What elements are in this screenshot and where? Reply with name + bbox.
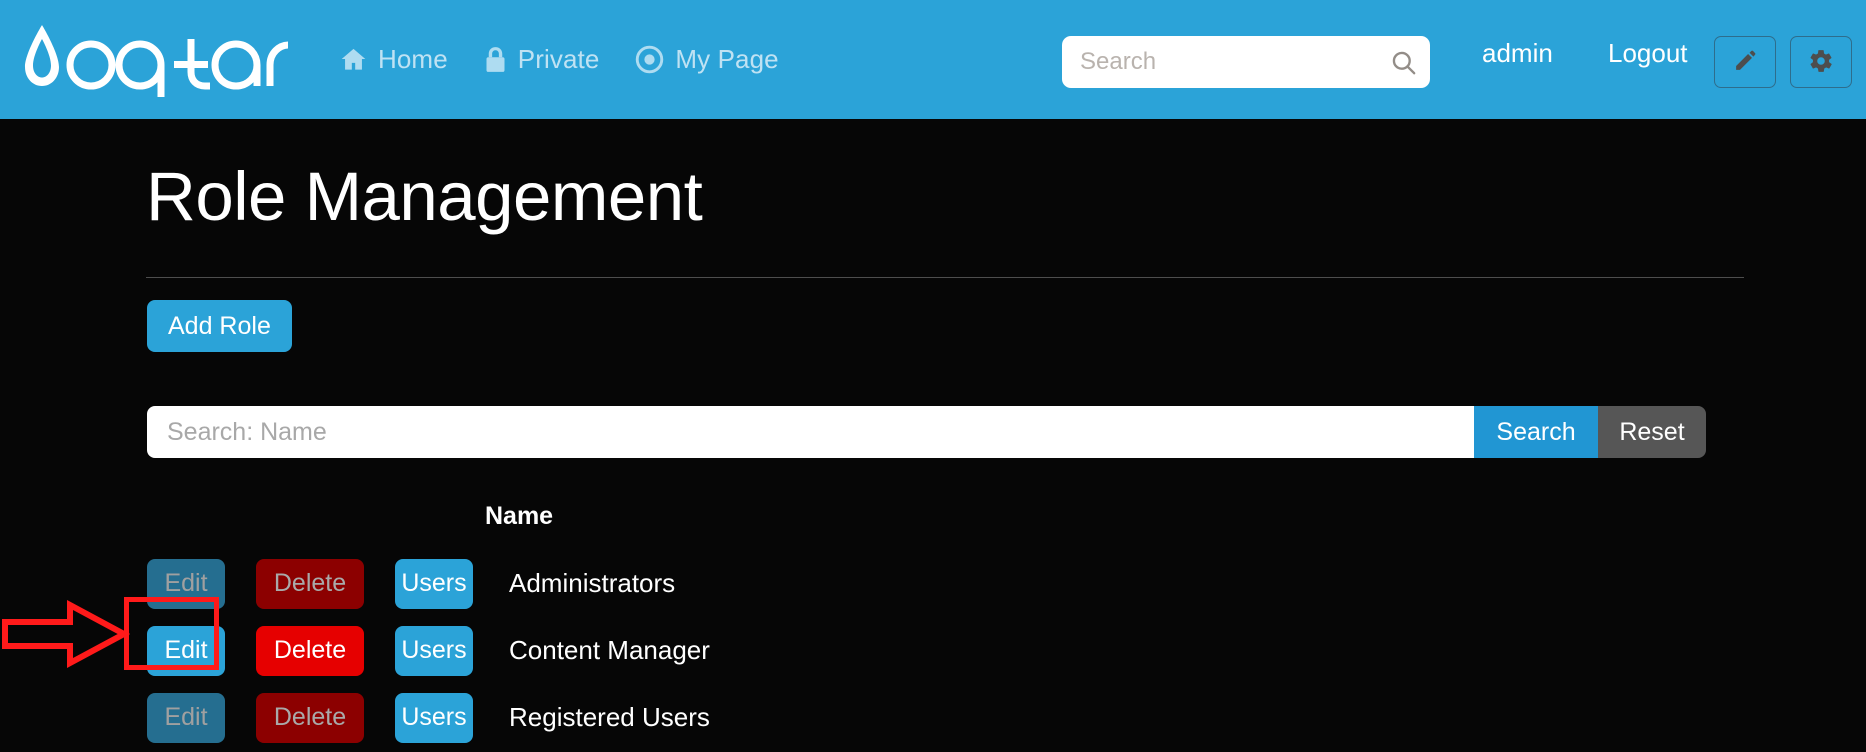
target-circle-icon [635, 45, 664, 74]
nav-item-my-page[interactable]: My Page [635, 44, 779, 75]
table-row: Edit Delete Users Content Manager [147, 617, 1347, 684]
table-row: Edit Delete Users Administrators [147, 550, 1347, 617]
delete-button[interactable]: Delete [256, 625, 364, 676]
nav-label-my-page: My Page [675, 44, 779, 74]
users-button[interactable]: Users [395, 558, 473, 609]
role-name: Registered Users [509, 702, 710, 732]
gear-icon [1808, 48, 1834, 77]
settings-button[interactable] [1790, 36, 1852, 88]
role-name: Administrators [509, 568, 676, 598]
edit-mode-button[interactable] [1714, 36, 1776, 88]
site-logo[interactable] [8, 0, 288, 119]
header-search[interactable] [1062, 36, 1430, 88]
delete-button: Delete [256, 558, 364, 609]
site-header: Home Private My Page Search admin Logout [0, 0, 1866, 119]
annotation-arrow-icon [2, 600, 130, 668]
pencil-icon [1733, 48, 1758, 76]
edit-button: Edit [147, 692, 225, 743]
nav-item-home[interactable]: Home [340, 44, 448, 75]
page-title: Role Management [146, 158, 703, 235]
add-role-button[interactable]: Add Role [147, 300, 292, 352]
search-icon[interactable] [1390, 49, 1417, 76]
table-row: Edit Delete Users Registered Users [147, 684, 1347, 751]
primary-nav: Home Private My Page [340, 44, 779, 75]
edit-button[interactable]: Edit [147, 625, 225, 676]
nav-label-private: Private [517, 44, 600, 74]
user-account-link[interactable]: admin [1482, 38, 1553, 69]
nav-item-private[interactable]: Private [484, 44, 600, 75]
users-button[interactable]: Users [395, 692, 473, 743]
edit-button: Edit [147, 558, 225, 609]
title-divider [146, 277, 1744, 278]
search-input[interactable] [1080, 48, 1390, 76]
water-droplet-icon [25, 24, 288, 97]
users-button[interactable]: Users [395, 625, 473, 676]
lock-icon [484, 46, 507, 73]
role-search-input[interactable] [147, 406, 1474, 458]
role-table: Name Edit Delete Users Administrators Ed… [147, 502, 1347, 751]
home-icon [340, 46, 367, 73]
role-search-button[interactable]: Search [1474, 406, 1598, 458]
column-header-name: Name [485, 502, 554, 530]
table-header-row: Name [147, 502, 1347, 550]
role-reset-button[interactable]: Reset [1598, 406, 1706, 458]
role-name: Content Manager [509, 635, 710, 665]
role-filter-group: Search Reset [147, 406, 1706, 458]
page-body: Role Management Add Role Search Reset Na… [0, 119, 1866, 752]
delete-button: Delete [256, 692, 364, 743]
logout-link[interactable]: Logout [1608, 38, 1688, 69]
nav-label-home: Home [378, 44, 448, 74]
